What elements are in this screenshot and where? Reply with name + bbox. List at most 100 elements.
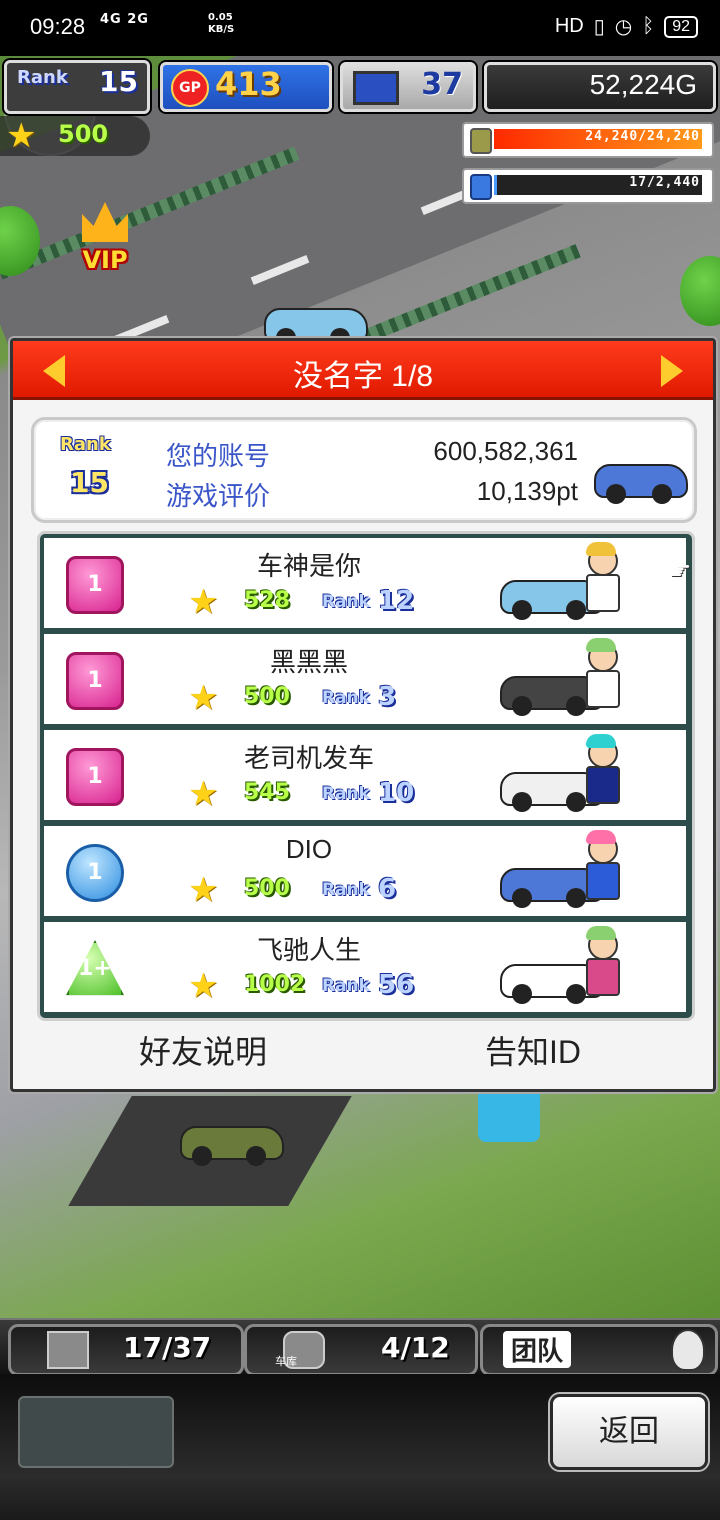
signal-icon: 4G 2G — [100, 12, 149, 27]
friend-stars: 528 — [244, 588, 290, 613]
star-icon: ★ — [188, 966, 219, 1006]
friend-level-badge: 1 — [66, 748, 124, 806]
tab-parts[interactable]: 17/37 — [8, 1324, 244, 1376]
gp-value: 413 — [215, 65, 282, 103]
empty-slot-button[interactable] — [18, 1396, 174, 1468]
computer-value: 37 — [421, 67, 463, 102]
star-value: 500 — [58, 120, 109, 148]
friend-stars: 1002 — [244, 972, 306, 997]
bottom-tab-bar: 17/37 车库 4/12 团队 — [0, 1318, 720, 1376]
friend-list: 1 车神是你 ★ 528 Rank 12 1 黑黑黑 ★ 500 Rank 3 … — [37, 531, 695, 1021]
gp-counter[interactable]: GP 413 — [160, 62, 332, 112]
parts-box-icon — [47, 1331, 89, 1369]
friend-stars: 500 — [244, 684, 290, 709]
friend-rank-label: Rank — [322, 592, 370, 612]
friend-rank-label: Rank — [322, 976, 370, 996]
next-page-arrow-icon[interactable] — [661, 355, 683, 387]
money-value: 52,224G — [589, 69, 697, 100]
friend-level-badge: 1 — [66, 556, 124, 614]
fuel-gauge: 24,240/24,240 — [462, 122, 714, 158]
dialog-title: 没名字 1/8 — [292, 360, 434, 393]
computer-icon — [353, 71, 399, 105]
water-gauge-fill — [494, 175, 498, 195]
status-time: 09:28 — [30, 14, 86, 39]
friend-dialog: 没名字 1/8 Rank 15 您的账号 600,582,361 游戏评价 10… — [10, 338, 716, 1092]
friend-rank-value: 12 — [378, 586, 415, 616]
report-id-button[interactable]: 告知ID — [453, 1027, 613, 1077]
friend-rank-value: 56 — [378, 970, 415, 1000]
bluetooth-icon: ᛒ — [642, 15, 655, 37]
battery-indicator: 92 — [664, 15, 698, 38]
water-gauge: 17/2,440 — [462, 168, 714, 204]
crown-icon — [82, 202, 128, 242]
friend-name: 老司机发车 — [243, 743, 374, 773]
star-icon: ★ — [188, 582, 219, 622]
friend-row[interactable]: 1+ 飞驰人生 ★ 1002 Rank 56 — [44, 922, 686, 1012]
friend-level-badge: 1+ — [66, 940, 124, 996]
account-id-value: 600,582,361 — [433, 436, 578, 466]
status-bar: 09:28 4G 2G 0.05 KB/S HD ▯ ◷ ᛒ 92 — [0, 0, 720, 56]
hd-icon: HD — [554, 15, 584, 37]
friend-row[interactable]: 1 DIO ★ 500 Rank 6 — [44, 826, 686, 916]
friend-rank-label: Rank — [322, 688, 370, 708]
friend-level-badge: 1 — [66, 652, 124, 710]
account-rank-value: 15 — [70, 466, 109, 499]
rating-value: 10,139pt — [476, 476, 578, 506]
rating-label: 游戏评价 — [166, 481, 271, 511]
account-rank-label: Rank — [60, 434, 111, 455]
friend-rank-value: 10 — [378, 778, 415, 808]
star-icon: ★ — [188, 678, 219, 718]
account-card: Rank 15 您的账号 600,582,361 游戏评价 10,139pt — [31, 417, 697, 523]
star-counter: ★ 500 — [0, 116, 150, 156]
friend-stars: 500 — [244, 876, 290, 901]
team-label: 团队 — [503, 1331, 572, 1368]
team-member-icon — [671, 1329, 705, 1371]
vibrate-icon: ▯ — [593, 16, 605, 38]
account-id-label: 您的账号 — [166, 441, 271, 471]
friend-stars: 545 — [244, 780, 290, 805]
water-gauge-text: 17/2,440 — [629, 175, 700, 190]
pointer-hand-icon: ☛ — [668, 556, 692, 586]
friend-level-badge: 1 — [66, 844, 124, 902]
back-button[interactable]: 返回 — [550, 1394, 708, 1470]
star-icon: ★ — [6, 116, 37, 156]
tab-garage[interactable]: 车库 4/12 — [244, 1324, 478, 1376]
friend-row[interactable]: 1 老司机发车 ★ 545 Rank 10 — [44, 730, 686, 820]
dialog-header: 没名字 1/8 — [13, 341, 713, 400]
money-counter: 52,224G — [484, 62, 716, 112]
tree — [680, 256, 720, 326]
friend-rank-value: 6 — [378, 874, 397, 904]
road-car[interactable] — [264, 288, 384, 348]
star-icon: ★ — [188, 774, 219, 814]
friend-name: 车神是你 — [256, 551, 361, 581]
water-bottle-icon — [470, 174, 492, 200]
player-rank-hud: Rank 15 — [4, 60, 150, 114]
tab-team[interactable]: 团队 — [480, 1324, 718, 1376]
dialog-footer: 好友说明 告知ID — [13, 1021, 713, 1087]
vip-label: VIP — [82, 246, 128, 274]
fuel-barrel-icon — [470, 128, 492, 154]
parts-count: 17/37 — [123, 1331, 212, 1364]
player-car-icon — [594, 444, 714, 504]
friend-name: 黑黑黑 — [269, 647, 348, 677]
friend-avatar — [582, 830, 620, 910]
action-area: 返回 — [0, 1374, 720, 1520]
rank-label: Rank — [17, 67, 68, 88]
fuel-gauge-text: 24,240/24,240 — [585, 129, 700, 144]
parked-car[interactable] — [180, 1106, 300, 1166]
friend-row[interactable]: 1 黑黑黑 ★ 500 Rank 3 — [44, 634, 686, 724]
friend-rank-label: Rank — [322, 880, 370, 900]
vip-button[interactable]: VIP — [62, 202, 148, 278]
friend-avatar — [582, 926, 620, 1006]
alarm-icon: ◷ — [614, 16, 633, 38]
friend-avatar — [582, 734, 620, 814]
status-right-icons: HD ▯ ◷ ᛒ 92 — [555, 14, 698, 39]
friend-name: 飞驰人生 — [256, 935, 361, 965]
friend-avatar — [582, 638, 620, 718]
friend-row[interactable]: 1 车神是你 ★ 528 Rank 12 — [44, 538, 686, 628]
garage-label: 车库 — [275, 1355, 297, 1368]
friend-avatar — [582, 542, 620, 622]
computer-counter[interactable]: 37 — [340, 62, 476, 112]
rank-value: 15 — [99, 65, 138, 98]
friend-help-button[interactable]: 好友说明 — [123, 1027, 283, 1077]
